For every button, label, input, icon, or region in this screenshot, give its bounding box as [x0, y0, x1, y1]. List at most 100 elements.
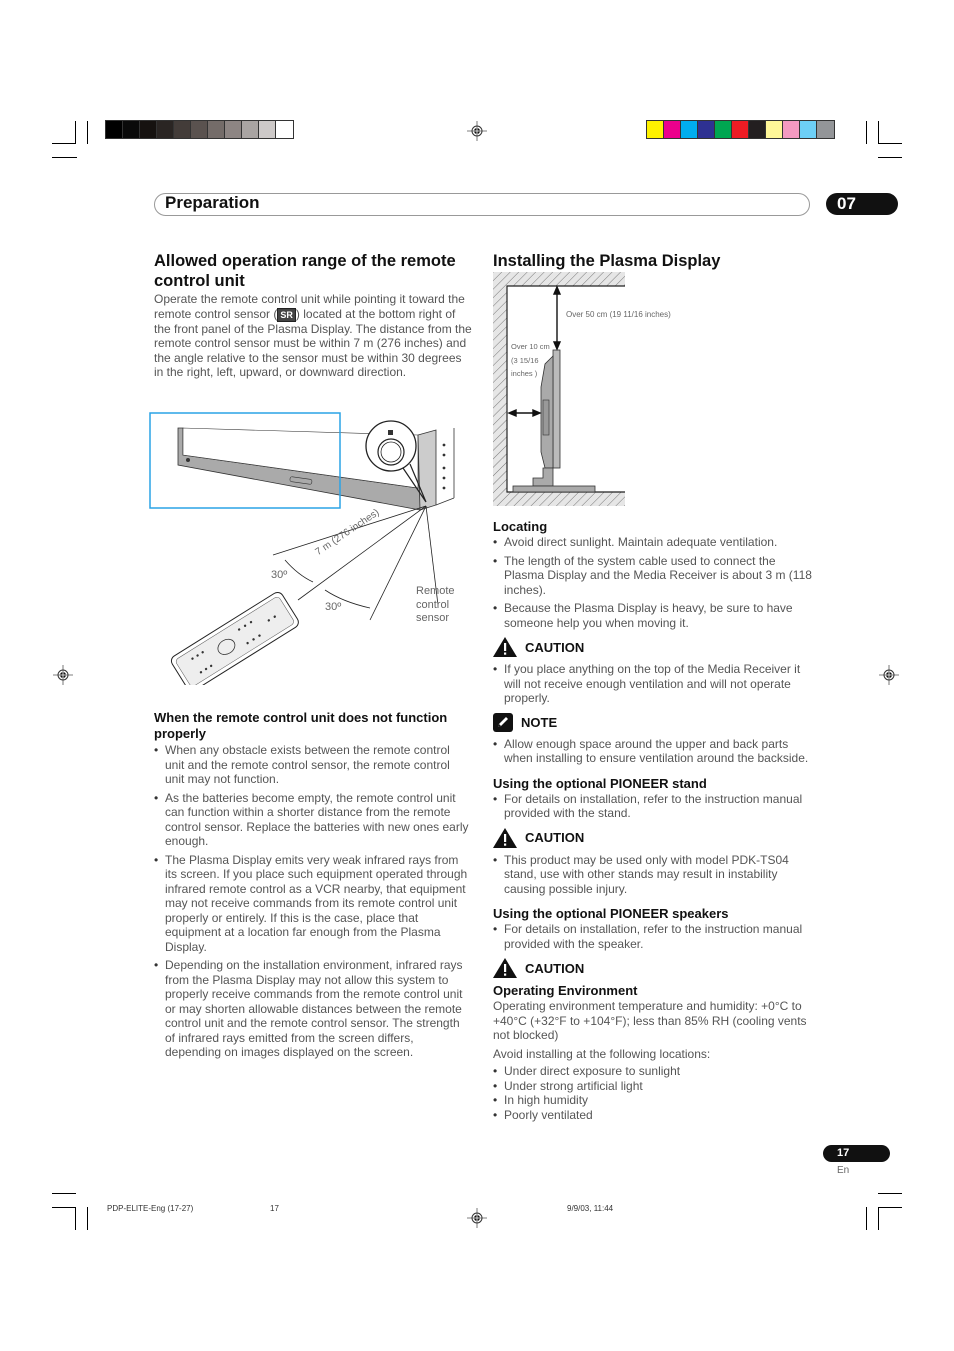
list-item: Because the Plasma Display is heavy, be …	[493, 601, 815, 630]
color-swatch	[783, 121, 800, 138]
remote-trouble-section: When the remote control unit does not fu…	[154, 710, 472, 1064]
crop-mark	[878, 121, 879, 144]
avoid-intro: Avoid installing at the following locati…	[493, 1046, 711, 1061]
list-item: As the batteries become empty, the remot…	[154, 791, 472, 849]
locating-heading: Locating	[493, 519, 548, 534]
color-swatch	[647, 121, 664, 138]
list-item: If you place anything on the top of the …	[493, 662, 815, 706]
registration-mark-icon	[53, 665, 73, 685]
angle-right-label: 30º	[325, 601, 342, 613]
registration-mark-icon	[467, 1208, 487, 1228]
list-item: When any obstacle exists between the rem…	[154, 743, 472, 787]
crop-mark	[52, 143, 76, 144]
page-number-badge: 17	[823, 1145, 890, 1162]
remote-trouble-list: When any obstacle exists between the rem…	[154, 743, 472, 1060]
color-swatch	[276, 121, 293, 138]
remote-range-diagram	[149, 412, 455, 685]
right-column-body: Locating Avoid direct sunlight. Maintain…	[493, 519, 815, 1122]
crop-mark	[75, 121, 76, 144]
caution-label: CAUTION	[493, 636, 815, 658]
list-item: Under direct exposure to sunlight	[493, 1064, 815, 1079]
crop-mark	[878, 1193, 902, 1194]
color-swatch	[698, 121, 715, 138]
remote-trouble-heading: When the remote control unit does not fu…	[154, 710, 448, 741]
pencil-note-icon	[493, 713, 513, 732]
warning-triangle-icon	[493, 827, 517, 848]
color-swatch	[664, 121, 681, 138]
remote-sensor-sr-icon: SR	[277, 307, 296, 322]
color-swatch	[800, 121, 817, 138]
color-swatch	[157, 121, 174, 138]
color-swatch	[208, 121, 225, 138]
back-clearance-label: Over 10 cm (3 15/16 inches )	[511, 342, 550, 378]
crop-mark	[87, 121, 88, 144]
list-item: The length of the system cable used to c…	[493, 554, 815, 598]
color-swatch	[191, 121, 208, 138]
crop-mark	[878, 143, 902, 144]
speakers-heading: Using the optional PIONEER speakers	[493, 906, 729, 921]
crop-mark	[866, 1207, 867, 1230]
left-column: Allowed operation range of the remote co…	[154, 251, 472, 380]
remote-range-intro: Operate the remote control unit while po…	[154, 292, 472, 379]
warning-triangle-icon	[493, 637, 517, 657]
caution-list: If you place anything on the top of the …	[493, 662, 815, 706]
warning-triangle-icon	[493, 958, 517, 978]
installing-heading: Installing the Plasma Display	[493, 252, 721, 270]
crop-mark	[878, 1207, 879, 1230]
color-swatch	[123, 121, 140, 138]
sensor-magnifier	[365, 420, 417, 472]
list-item: Poorly ventilated	[493, 1108, 815, 1123]
crop-mark	[878, 1207, 902, 1208]
section-title: Preparation	[165, 193, 260, 212]
floor-hatch	[493, 492, 625, 506]
display-side-view	[552, 349, 561, 469]
color-swatch	[766, 121, 783, 138]
avoid-list: Under direct exposure to sunlight Under …	[493, 1064, 815, 1122]
top-clearance-label: Over 50 cm (19 11/16 inches)	[566, 310, 671, 319]
right-column-heading-wrap: Installing the Plasma Display	[493, 251, 813, 271]
locating-list: Avoid direct sunlight. Maintain adequate…	[493, 535, 815, 630]
stand-neck	[532, 467, 554, 487]
crop-mark	[878, 157, 902, 158]
color-swatch	[817, 121, 834, 138]
chapter-number-badge: 07	[826, 193, 898, 215]
caution-label: CAUTION	[493, 827, 815, 849]
side-buttons	[442, 443, 446, 490]
wall-hatch-left	[493, 272, 507, 506]
wall-hatch-top	[493, 272, 625, 286]
footer-page: 17	[270, 1204, 279, 1213]
list-item: In high humidity	[493, 1093, 815, 1108]
color-swatch	[259, 121, 276, 138]
list-item: Allow enough space around the upper and …	[493, 737, 815, 766]
crop-mark	[75, 1207, 76, 1230]
remote-control-illustration	[170, 591, 299, 685]
color-swatch	[715, 121, 732, 138]
stand-heading: Using the optional PIONEER stand	[493, 775, 707, 791]
list-item: This product may be used only with model…	[493, 853, 815, 897]
list-item: Avoid direct sunlight. Maintain adequate…	[493, 535, 815, 550]
angle-left-label: 30º	[271, 569, 288, 581]
caution-label: CAUTION	[493, 957, 815, 979]
list-item: For details on installation, refer to th…	[493, 792, 815, 821]
crop-mark	[52, 157, 77, 158]
stand-list: For details on installation, refer to th…	[493, 792, 815, 821]
language-label: En	[837, 1165, 850, 1176]
caution-list: This product may be used only with model…	[493, 853, 815, 897]
list-item: For details on installation, refer to th…	[493, 922, 815, 951]
power-indicator	[186, 458, 190, 462]
color-swatch	[140, 121, 157, 138]
registration-mark-icon	[879, 665, 899, 685]
environment-text: Operating environment temperature and hu…	[493, 999, 807, 1042]
remote-sensor-label: Remote control sensor	[416, 585, 455, 624]
crop-mark	[52, 1207, 76, 1208]
registration-mark-icon	[467, 121, 487, 141]
stand-base	[512, 485, 596, 493]
color-swatch	[242, 121, 259, 138]
crop-mark	[52, 1193, 76, 1194]
list-item: Depending on the installation environmen…	[154, 958, 472, 1060]
list-item: Under strong artificial light	[493, 1079, 815, 1094]
grayscale-color-bar	[105, 120, 294, 139]
crop-mark	[866, 121, 867, 144]
process-color-bar	[646, 120, 835, 139]
display-side-panel	[417, 429, 437, 511]
